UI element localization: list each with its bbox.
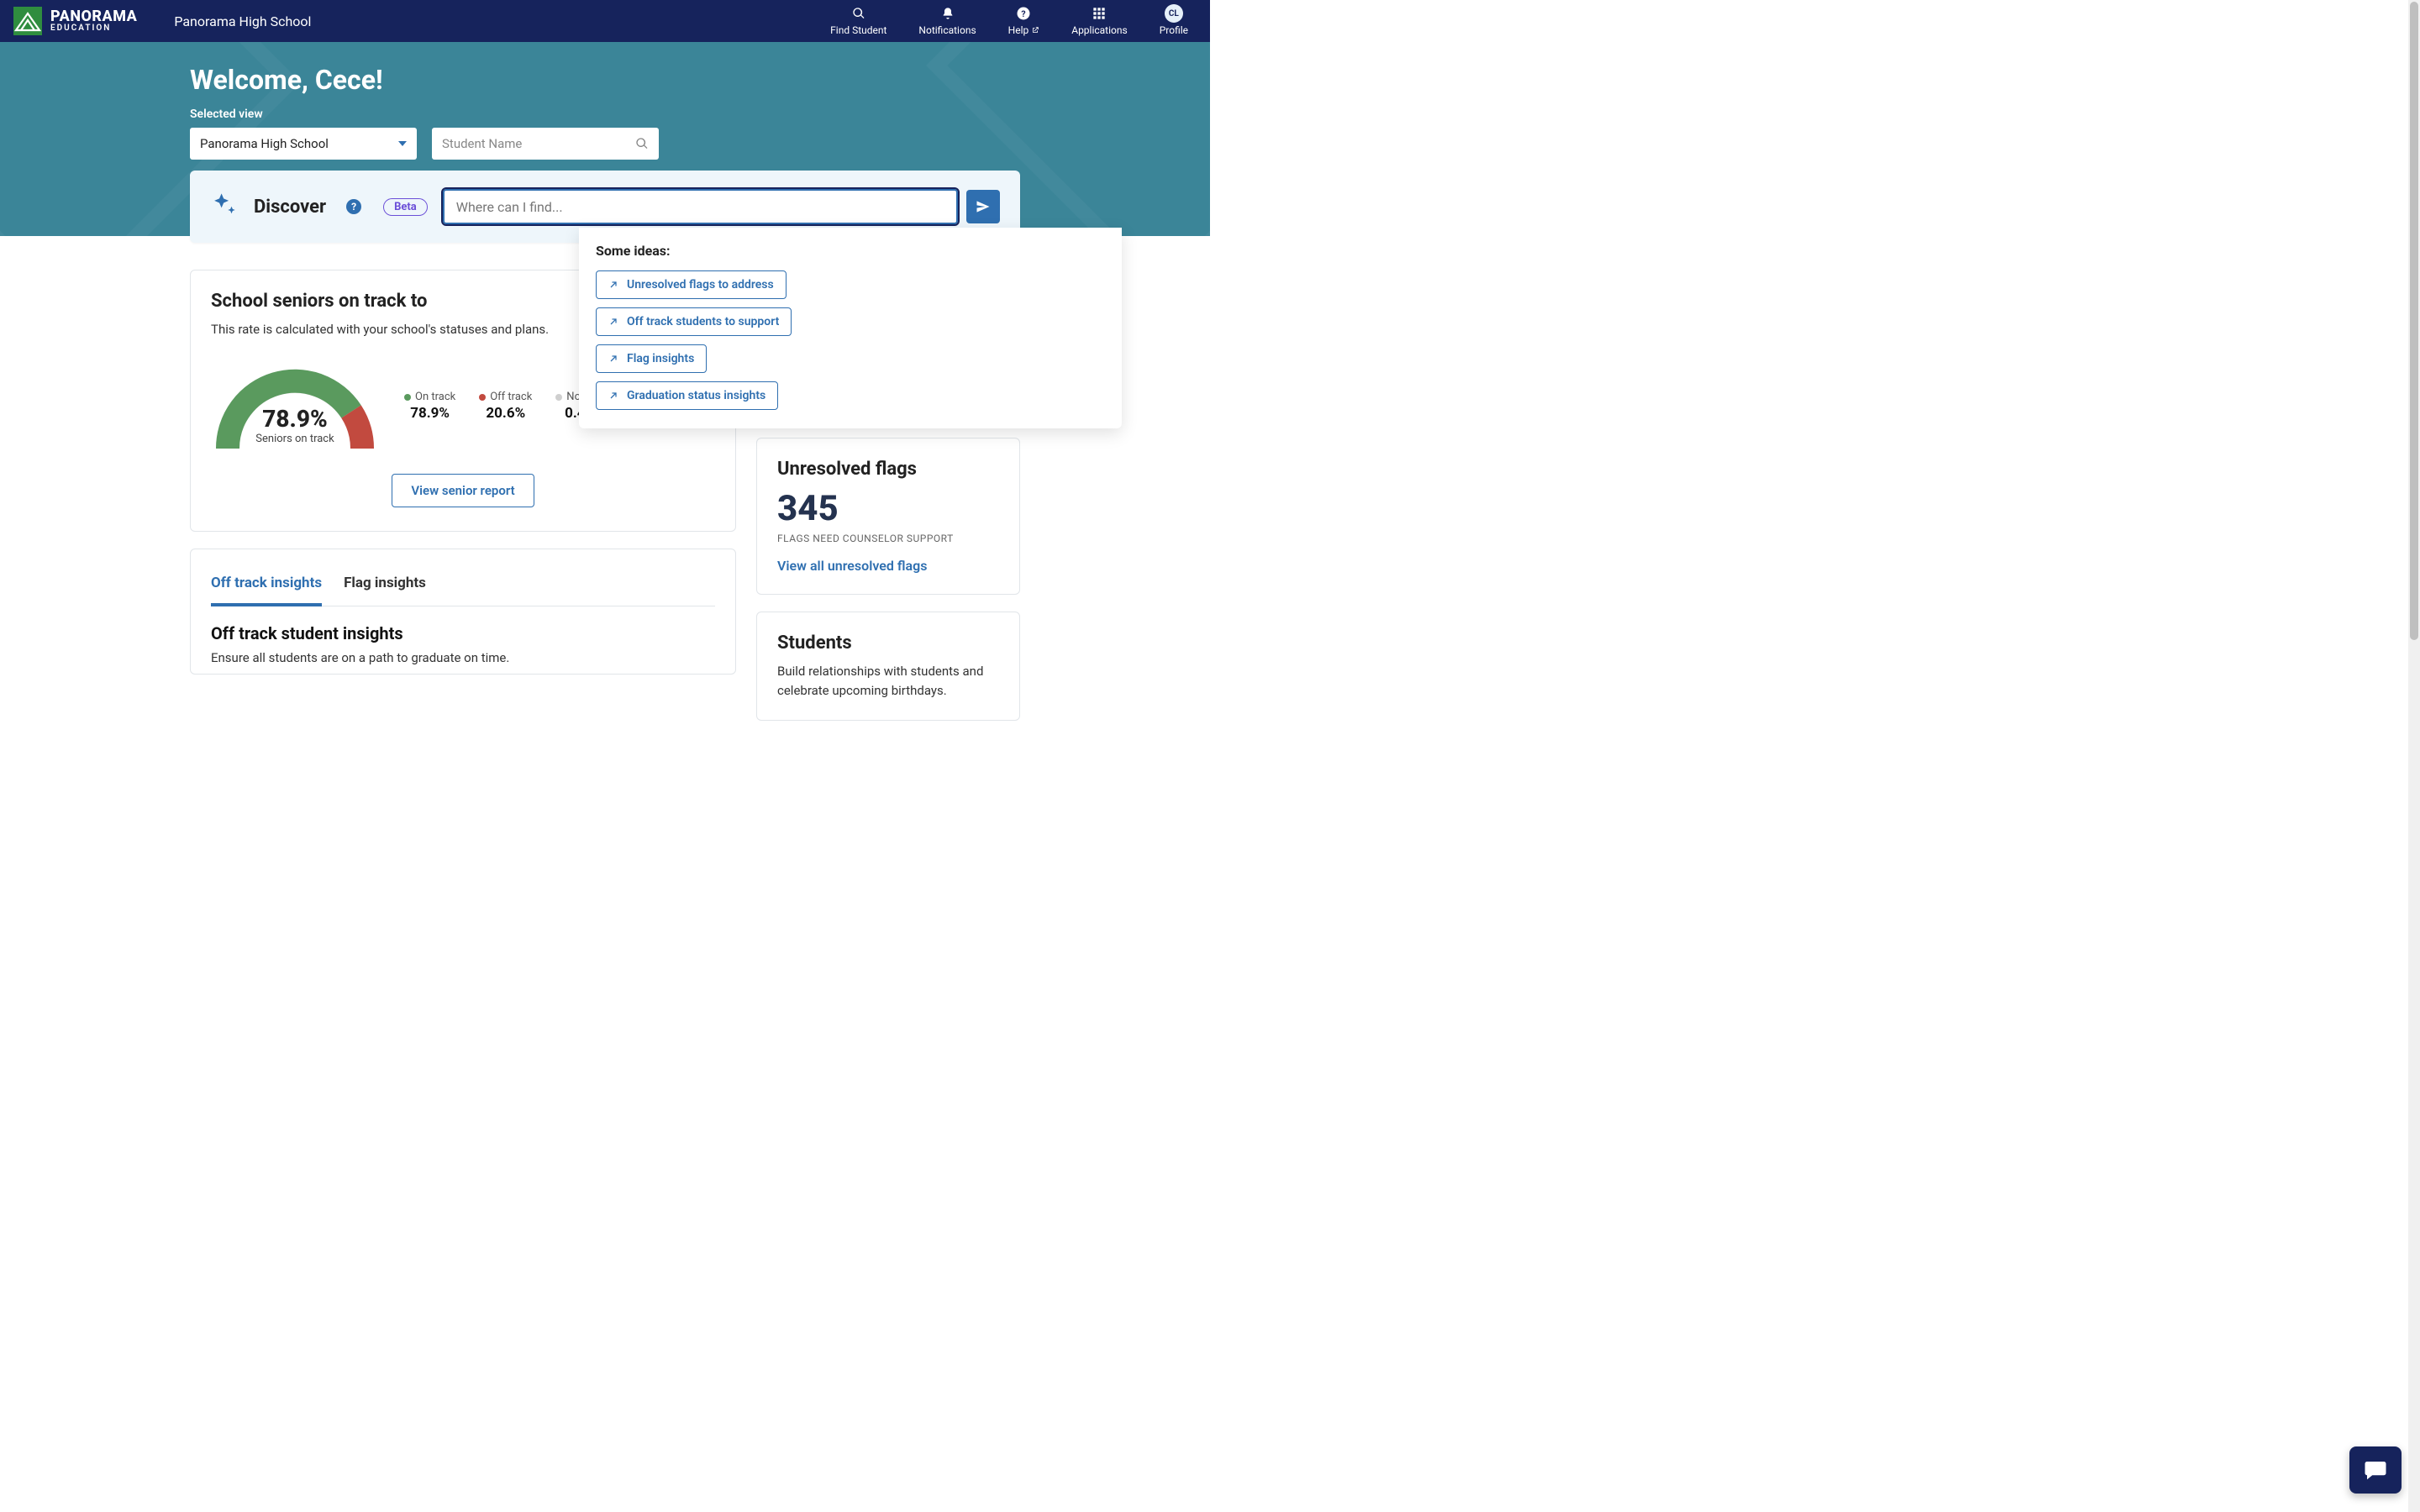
student-search[interactable]: [432, 128, 659, 160]
gauge-percent: 78.9%: [211, 405, 379, 433]
discover-suggestions: Some ideas: Unresolved flags to address …: [579, 228, 1122, 428]
suggestion-label: Flag insights: [627, 352, 694, 365]
nav-label: Help: [1008, 24, 1029, 36]
send-icon: [975, 198, 992, 215]
dot-icon: [555, 394, 562, 401]
dot-icon: [479, 394, 486, 401]
view-senior-report-button[interactable]: View senior report: [392, 474, 534, 507]
nav-items: Find Student Notifications ? Help Applic…: [830, 6, 1197, 36]
logo-text: PANORAMA EDUCATION: [50, 9, 137, 33]
view-select-value: Panorama High School: [200, 136, 329, 151]
suggestions-heading: Some ideas:: [596, 243, 1105, 259]
suggestion-chip[interactable]: Flag insights: [596, 344, 707, 373]
student-search-input[interactable]: [442, 136, 629, 151]
dot-icon: [404, 394, 411, 401]
help-icon: ?: [1016, 6, 1031, 21]
arrow-up-right-icon: [608, 317, 618, 327]
suggestion-chip[interactable]: Unresolved flags to address: [596, 270, 786, 299]
suggestion-label: Unresolved flags to address: [627, 278, 774, 291]
tab-flag-insights[interactable]: Flag insights: [344, 570, 426, 606]
discover-title: Discover: [254, 197, 326, 218]
arrow-up-right-icon: [608, 280, 618, 290]
insights-tabs: Off track insights Flag insights: [211, 570, 715, 606]
nav-help[interactable]: ? Help: [1008, 6, 1040, 36]
nav-label: Profile: [1160, 24, 1188, 36]
flags-count: 345: [777, 488, 999, 529]
view-all-flags-link[interactable]: View all unresolved flags: [777, 558, 927, 574]
logo-mark-icon: [13, 7, 42, 35]
arrow-up-right-icon: [608, 354, 618, 364]
gauge-legend: On track 78.9% Off track 20.6% No data 0…: [404, 391, 605, 422]
nav-label: Applications: [1071, 24, 1127, 36]
nav-applications[interactable]: Applications: [1071, 6, 1127, 36]
students-desc: Build relationships with students and ce…: [777, 662, 999, 700]
flags-caption: FLAGS NEED COUNSELOR SUPPORT: [777, 533, 999, 544]
students-card: Students Build relationships with studen…: [756, 612, 1020, 721]
nav-profile[interactable]: CL Profile: [1160, 6, 1188, 36]
chevron-down-icon: [398, 141, 407, 146]
brand-sub: EDUCATION: [50, 24, 137, 33]
brand-logo[interactable]: PANORAMA EDUCATION: [13, 7, 137, 35]
nav-find-student[interactable]: Find Student: [830, 6, 886, 36]
selected-view-label: Selected view: [190, 108, 1020, 121]
chat-icon: [2363, 1457, 2388, 1483]
nav-label: Notifications: [918, 24, 976, 36]
legend-on-track: On track 78.9%: [404, 391, 455, 422]
insights-desc: Ensure all students are on a path to gra…: [211, 650, 715, 665]
avatar: CL: [1165, 4, 1183, 23]
suggestion-label: Graduation status insights: [627, 389, 765, 402]
arrow-up-right-icon: [608, 391, 618, 401]
nav-label: Find Student: [830, 24, 886, 36]
legend-off-track: Off track 20.6%: [479, 391, 532, 422]
gauge-chart: 78.9% Seniors on track: [211, 365, 379, 449]
brand-name: PANORAMA: [50, 9, 137, 24]
top-nav: PANORAMA EDUCATION Panorama High School …: [0, 0, 1210, 42]
apps-grid-icon: [1092, 6, 1106, 21]
nav-notifications[interactable]: Notifications: [918, 6, 976, 36]
students-title: Students: [777, 633, 999, 654]
scrollbar[interactable]: [2408, 0, 2420, 1512]
insights-card: Off track insights Flag insights Off tra…: [190, 549, 736, 675]
search-icon: [635, 137, 649, 150]
suggestion-label: Off track students to support: [627, 315, 779, 328]
external-link-icon: [1031, 26, 1039, 34]
discover-input[interactable]: [443, 189, 958, 224]
flags-title: Unresolved flags: [777, 459, 999, 480]
beta-badge: Beta: [383, 198, 428, 216]
chat-button[interactable]: [2349, 1446, 2402, 1494]
unresolved-flags-card: Unresolved flags 345 FLAGS NEED COUNSELO…: [756, 438, 1020, 595]
suggestion-chip[interactable]: Graduation status insights: [596, 381, 778, 410]
svg-text:?: ?: [1022, 8, 1026, 19]
sparkle-icon: [210, 191, 239, 223]
view-select[interactable]: Panorama High School: [190, 128, 417, 160]
insights-heading: Off track student insights: [211, 623, 715, 643]
bell-icon: [941, 6, 955, 21]
welcome-heading: Welcome, Cece!: [190, 64, 1020, 96]
help-icon[interactable]: ?: [346, 199, 361, 214]
discover-panel: Discover ? Beta Some ideas: Unresolved f…: [190, 171, 1020, 243]
discover-submit[interactable]: [966, 190, 1000, 223]
suggestion-chip[interactable]: Off track students to support: [596, 307, 792, 336]
gauge-sub: Seniors on track: [211, 433, 379, 445]
search-icon: [852, 6, 865, 21]
school-name: Panorama High School: [174, 13, 311, 29]
tab-off-track[interactable]: Off track insights: [211, 570, 322, 606]
scroll-thumb[interactable]: [2410, 2, 2418, 640]
